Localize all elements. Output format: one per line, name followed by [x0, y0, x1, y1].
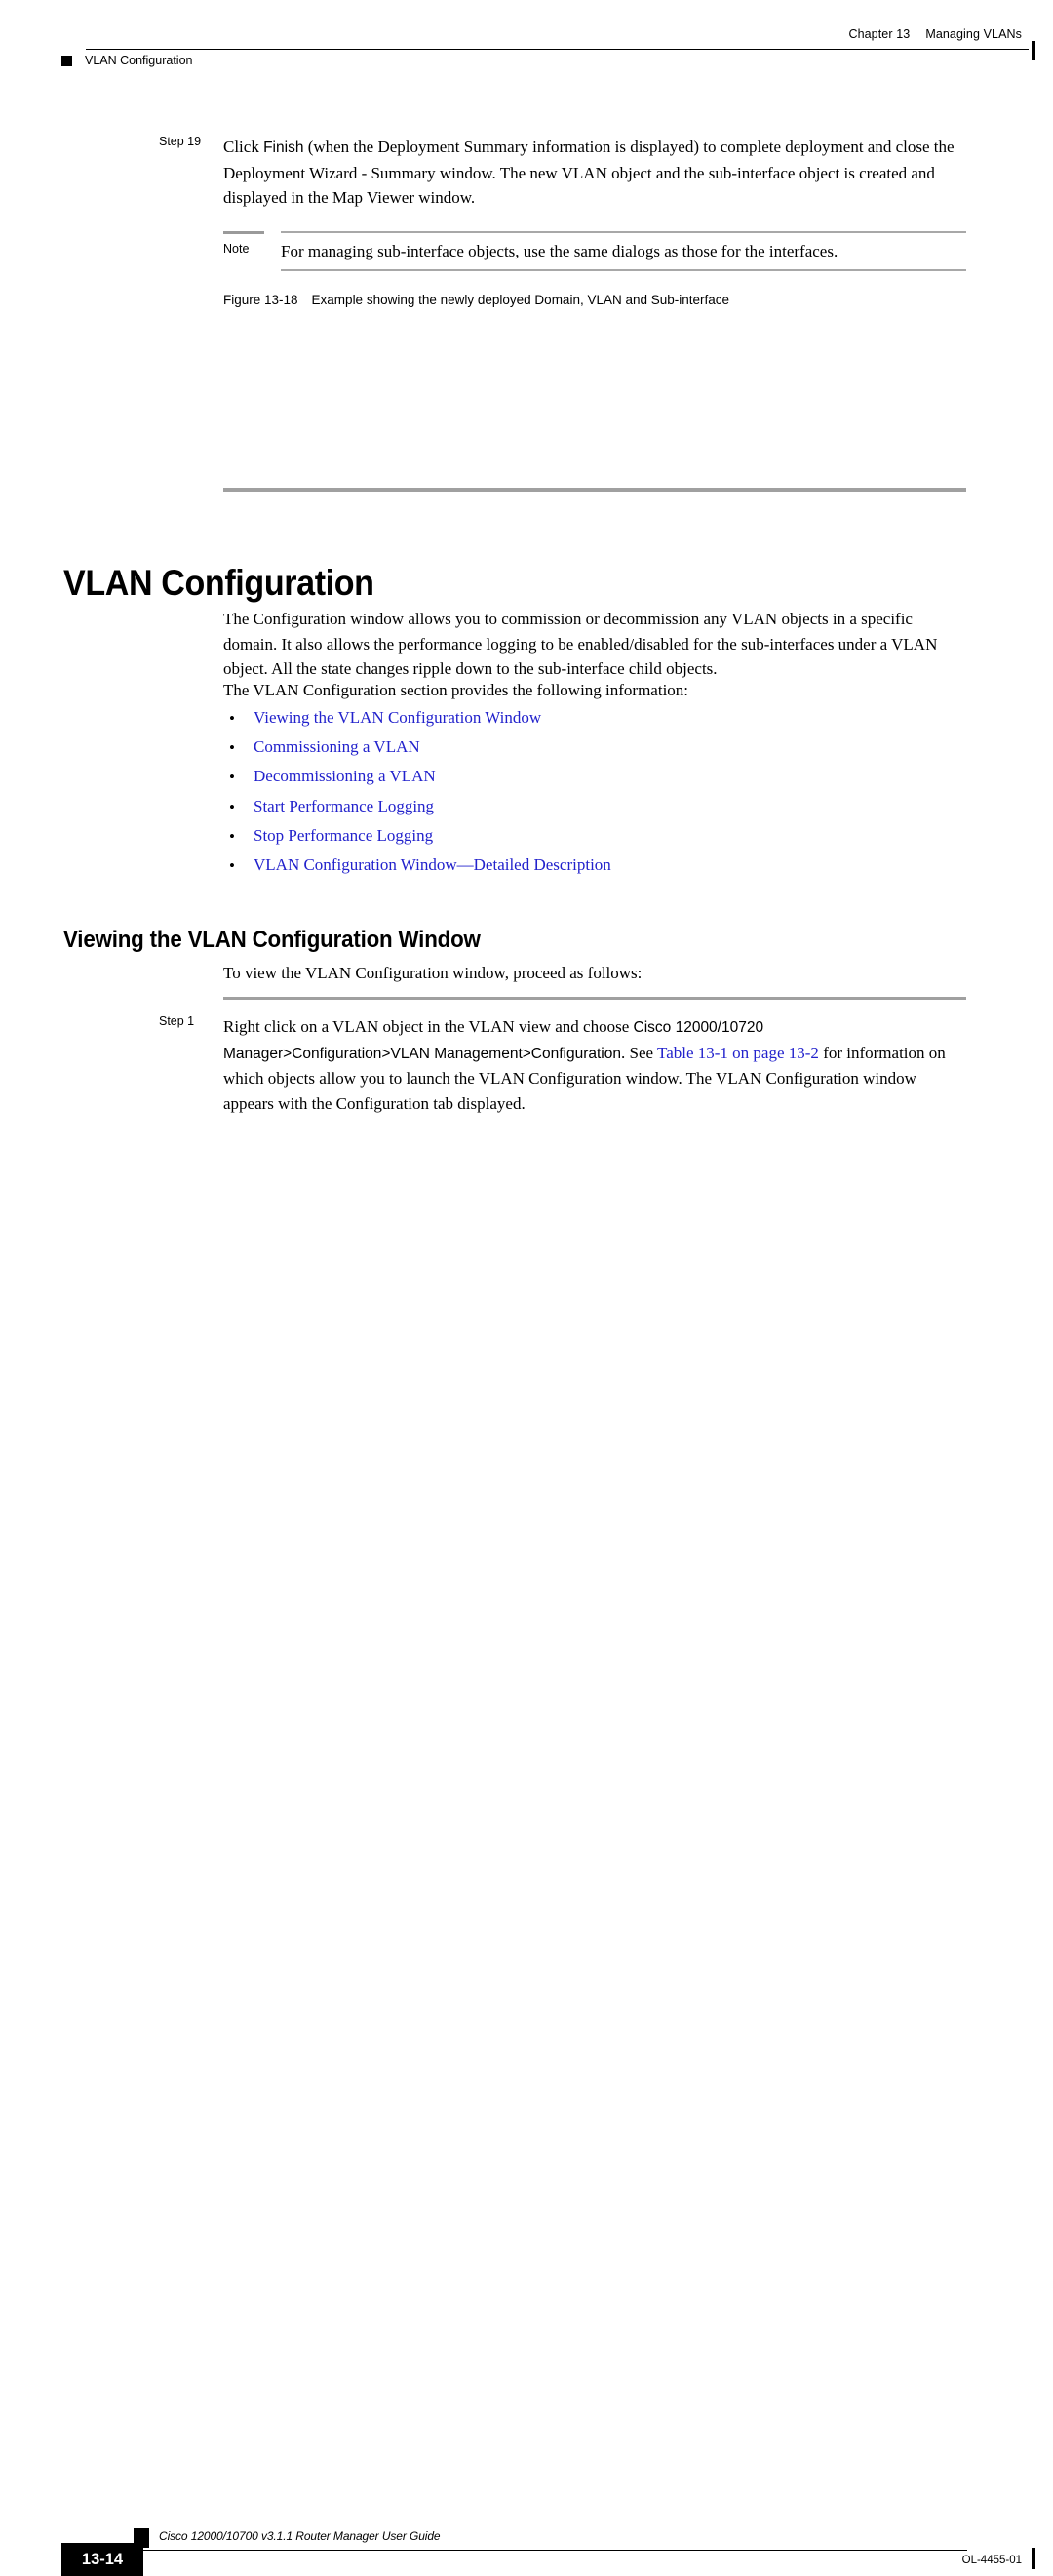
- running-header: Chapter 13 Managing VLANs VLAN Configurat…: [0, 27, 1053, 86]
- running-footer: 13-14 Cisco 12000/10700 v3.1.1 Router Ma…: [0, 1255, 1053, 2576]
- figure-caption-text: Example showing the newly deployed Domai…: [311, 293, 730, 307]
- step-1-text-lead: Right click on a VLAN object in the VLAN…: [223, 1017, 634, 1036]
- document-page: Chapter 13 Managing VLANs VLAN Configurat…: [0, 0, 1053, 2576]
- step-1-rule: [223, 997, 966, 1000]
- step-19-text-lead: Click: [223, 138, 264, 156]
- header-chapter-number: Chapter 13: [848, 27, 911, 41]
- note-label: Note: [223, 242, 250, 256]
- figure-number: Figure 13-18: [223, 293, 298, 307]
- provides-paragraph: The VLAN Configuration section provides …: [223, 681, 689, 699]
- note-label-rule: [223, 231, 264, 234]
- footer-edge-marker: [1032, 2548, 1035, 2569]
- bullet-marker-icon: •: [229, 738, 235, 758]
- header-chapter-title: Managing VLANs: [925, 27, 1022, 41]
- list-item[interactable]: • VLAN Configuration Window—Detailed Des…: [223, 854, 966, 884]
- header-divider: [86, 49, 1029, 50]
- list-item-link[interactable]: Decommissioning a VLAN: [254, 766, 436, 787]
- step-1-body: Right click on a VLAN object in the VLAN…: [223, 1014, 966, 1116]
- page-number: 13-14: [81, 2550, 124, 2568]
- figure-caption: Figure 13-18 Example showing the newly de…: [223, 293, 729, 307]
- step-19-ui-term: Finish: [263, 139, 304, 156]
- list-item-link[interactable]: Start Performance Logging: [254, 796, 434, 817]
- footer-square-icon: [134, 2528, 149, 2548]
- step-19-body: Click Finish (when the Deployment Summar…: [223, 135, 966, 211]
- to-view-paragraph: To view the VLAN Configuration window, p…: [223, 964, 643, 982]
- section-title: Viewing the VLAN Configuration Window: [63, 926, 481, 953]
- list-item[interactable]: • Stop Performance Logging: [223, 825, 966, 854]
- page-title: VLAN Configuration: [63, 562, 374, 603]
- step-19-label: Step 19: [159, 135, 202, 148]
- footer-document-id: OL-4455-01: [961, 2555, 1022, 2566]
- header-section-label: VLAN Configuration: [85, 54, 193, 67]
- list-item[interactable]: • Viewing the VLAN Configuration Window: [223, 707, 966, 736]
- note-top-rule: [281, 231, 966, 233]
- square-bullet-icon: [61, 55, 72, 66]
- header-section: VLAN Configuration: [61, 54, 192, 67]
- list-item[interactable]: • Commissioning a VLAN: [223, 736, 966, 766]
- step-1-text-mid: . See: [621, 1043, 657, 1062]
- note-bottom-rule: [281, 269, 966, 271]
- list-item-link[interactable]: VLAN Configuration Window—Detailed Descr…: [254, 854, 611, 876]
- header-chapter-info: Chapter 13 Managing VLANs: [848, 27, 1022, 41]
- bullet-marker-icon: •: [229, 709, 235, 728]
- list-item-link[interactable]: Commissioning a VLAN: [254, 736, 420, 758]
- bullet-marker-icon: •: [229, 797, 235, 816]
- figure-image-area: [223, 322, 966, 478]
- footer-guide-title: Cisco 12000/10700 v3.1.1 Router Manager …: [159, 2529, 441, 2543]
- step-19-text-rest: (when the Deployment Summary information…: [223, 138, 955, 207]
- bullet-marker-icon: •: [229, 826, 235, 846]
- bullet-marker-icon: •: [229, 768, 235, 787]
- list-item[interactable]: • Decommissioning a VLAN: [223, 766, 966, 795]
- step-1-label: Step 1: [159, 1014, 195, 1028]
- h1-rule: [223, 488, 966, 492]
- intro-paragraph: The Configuration window allows you to c…: [223, 610, 938, 678]
- link-bullet-list: • Viewing the VLAN Configuration Window …: [223, 707, 966, 884]
- note-text: For managing sub-interface objects, use …: [281, 242, 838, 260]
- step-1-table-link[interactable]: Table 13-1 on page 13-2: [657, 1044, 819, 1062]
- header-edge-marker: [1032, 41, 1035, 60]
- bullet-marker-icon: •: [229, 855, 235, 875]
- list-item[interactable]: • Start Performance Logging: [223, 796, 966, 825]
- list-item-link[interactable]: Stop Performance Logging: [254, 825, 433, 847]
- footer-divider: [143, 2550, 967, 2551]
- list-item-link[interactable]: Viewing the VLAN Configuration Window: [254, 707, 541, 729]
